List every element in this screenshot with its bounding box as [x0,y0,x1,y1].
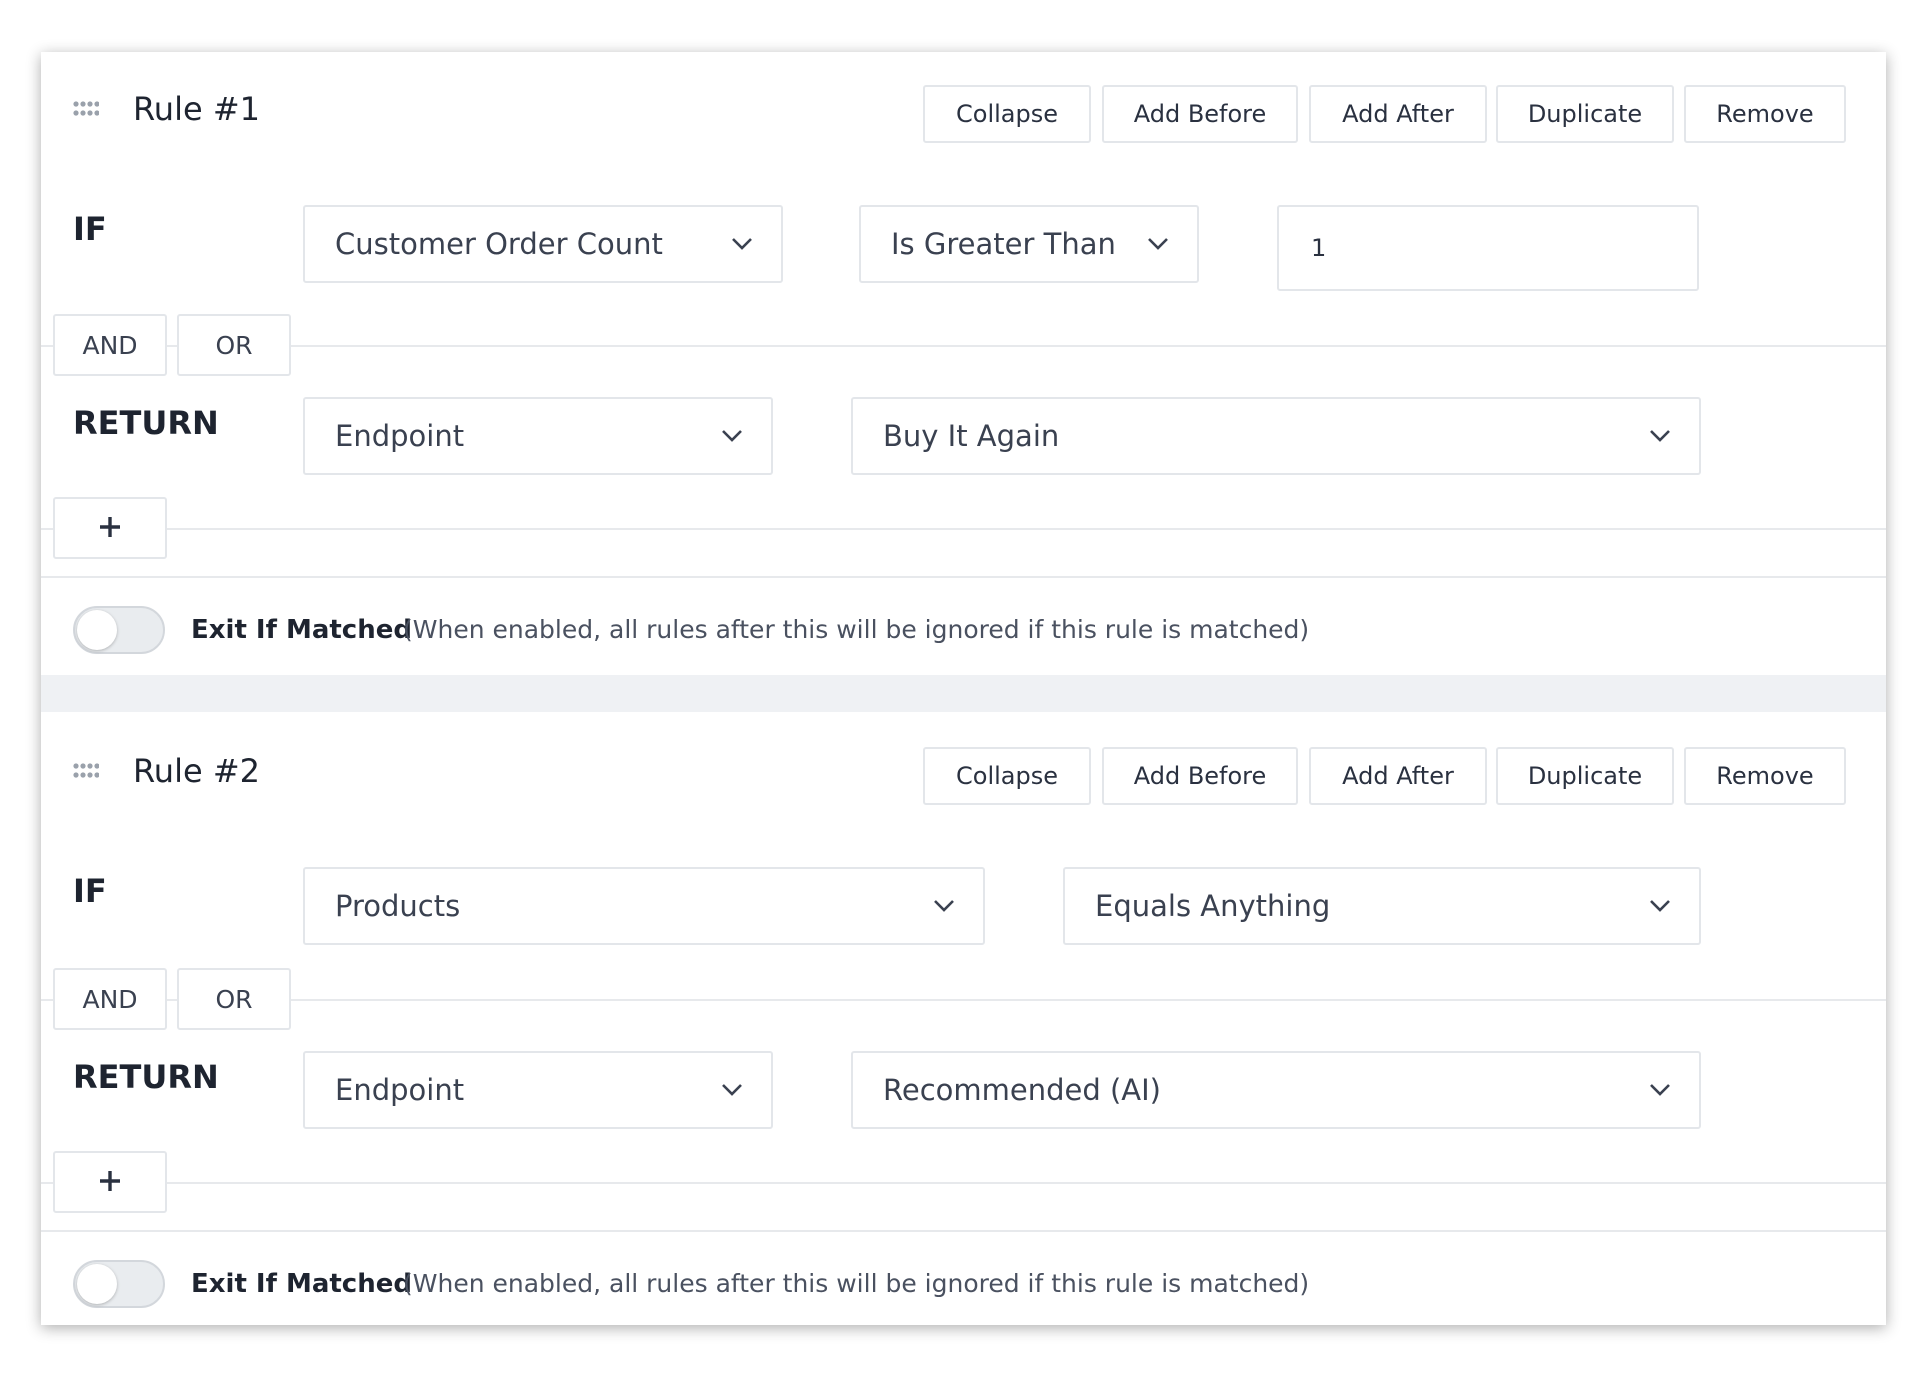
plus-icon [98,515,122,542]
return-type-select[interactable]: Endpoint [303,397,773,475]
rule-separator [41,675,1886,712]
exit-if-matched-toggle[interactable] [73,1260,165,1308]
rule-title: Rule #2 [133,752,260,790]
divider [41,1230,1886,1232]
duplicate-button[interactable]: Duplicate [1496,85,1674,143]
plus-icon [98,1169,122,1196]
add-condition-button[interactable] [53,1151,167,1213]
return-value-select[interactable]: Recommended (AI) [851,1051,1701,1129]
chevron-down-icon [1147,237,1169,251]
and-button[interactable]: AND [53,314,167,376]
add-after-button[interactable]: Add After [1309,747,1487,805]
if-label: IF [73,210,107,248]
exit-if-matched-hint: (When enabled, all rules after this will… [403,615,1310,644]
remove-button[interactable]: Remove [1684,85,1846,143]
rule-card-2: Rule #2 Collapse Add Before Add After Du… [41,712,1886,1325]
chevron-down-icon [1649,429,1671,443]
chevron-down-icon [721,429,743,443]
rule-title: Rule #1 [133,90,260,128]
divider [41,1182,1886,1184]
exit-if-matched-label: Exit If Matched [191,615,412,645]
return-label: RETURN [73,404,219,442]
return-value: Buy It Again [883,419,1060,453]
divider [41,528,1886,530]
or-button[interactable]: OR [177,314,291,376]
remove-button[interactable]: Remove [1684,747,1846,805]
chevron-down-icon [1649,1083,1671,1097]
chevron-down-icon [1649,899,1671,913]
exit-if-matched-label: Exit If Matched [191,1269,412,1299]
return-type-value: Endpoint [335,1073,465,1107]
condition-value-input[interactable] [1277,205,1699,291]
add-before-button[interactable]: Add Before [1102,85,1298,143]
return-value-select[interactable]: Buy It Again [851,397,1701,475]
duplicate-button[interactable]: Duplicate [1496,747,1674,805]
toggle-knob [77,1264,117,1304]
toggle-knob [77,610,117,650]
condition-operator-value: Is Greater Than [891,227,1116,261]
if-label: IF [73,872,107,910]
condition-operator-value: Equals Anything [1095,889,1331,923]
and-button[interactable]: AND [53,968,167,1030]
exit-if-matched-hint: (When enabled, all rules after this will… [403,1269,1310,1298]
chevron-down-icon [721,1083,743,1097]
condition-field-value: Customer Order Count [335,227,663,261]
return-value: Recommended (AI) [883,1073,1161,1107]
collapse-button[interactable]: Collapse [923,85,1091,143]
divider [41,576,1886,578]
collapse-button[interactable]: Collapse [923,747,1091,805]
return-type-value: Endpoint [335,419,465,453]
return-label: RETURN [73,1058,219,1096]
rule-card-1: Rule #1 Collapse Add Before Add After Du… [41,52,1886,675]
or-button[interactable]: OR [177,968,291,1030]
grip-dots-icon[interactable] [73,100,99,118]
condition-operator-select[interactable]: Is Greater Than [859,205,1199,283]
condition-field-select[interactable]: Customer Order Count [303,205,783,283]
add-before-button[interactable]: Add Before [1102,747,1298,805]
condition-field-value: Products [335,889,461,923]
divider [41,999,1886,1001]
condition-field-select[interactable]: Products [303,867,985,945]
grip-dots-icon[interactable] [73,762,99,780]
add-condition-button[interactable] [53,497,167,559]
divider [41,345,1886,347]
rules-panel: Rule #1 Collapse Add Before Add After Du… [41,52,1886,1325]
add-after-button[interactable]: Add After [1309,85,1487,143]
chevron-down-icon [933,899,955,913]
exit-if-matched-toggle[interactable] [73,606,165,654]
chevron-down-icon [731,237,753,251]
return-type-select[interactable]: Endpoint [303,1051,773,1129]
condition-operator-select[interactable]: Equals Anything [1063,867,1701,945]
